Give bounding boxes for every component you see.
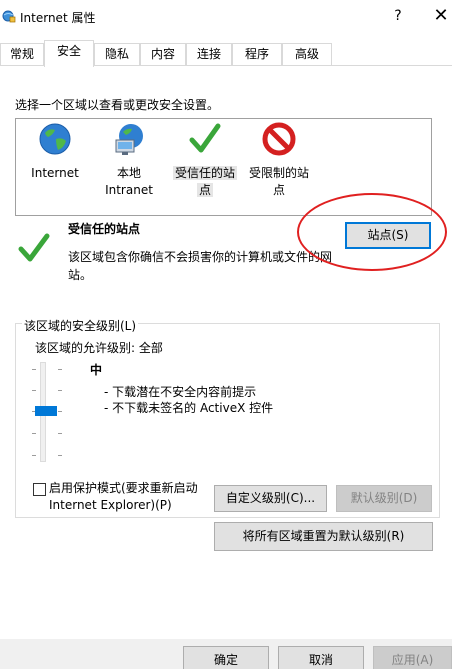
default-level-button[interactable]: 默认级别(D) xyxy=(336,485,432,512)
close-button[interactable]: ✕ xyxy=(430,4,452,28)
security-level-slider-thumb[interactable] xyxy=(35,406,57,416)
slider-tick xyxy=(32,433,36,434)
protected-mode-label-line1: 启用保护模式(要求重新启动 xyxy=(49,481,198,495)
protected-mode-label-line2: Internet Explorer)(P) xyxy=(49,498,172,512)
slider-tick xyxy=(58,369,62,370)
zone-label-line1: 受限制的站 xyxy=(248,166,309,180)
level-desc-line: - 下载潜在不安全内容前提示 xyxy=(104,385,257,399)
zone-local-intranet[interactable]: 本地 Intranet xyxy=(104,122,154,199)
tab-advanced[interactable]: 高级 xyxy=(282,43,332,66)
reset-all-zones-button[interactable]: 将所有区域重置为默认级别(R) xyxy=(214,522,433,551)
cancel-button[interactable]: 取消 xyxy=(278,646,364,669)
globe-icon xyxy=(39,123,71,155)
ok-button[interactable]: 确定 xyxy=(183,646,269,669)
apply-button[interactable]: 应用(A) xyxy=(373,646,452,669)
zone-label-line1: 受信任的站 xyxy=(172,166,237,180)
allowed-levels-label: 该区域的允许级别: 全部 xyxy=(35,341,163,355)
tab-general[interactable]: 常规 xyxy=(0,43,44,66)
security-level-group-label: 该区域的安全级别(L) xyxy=(22,317,139,334)
help-button[interactable]: ? xyxy=(385,4,411,28)
tab-content[interactable]: 内容 xyxy=(140,43,186,66)
protected-mode-checkbox[interactable] xyxy=(33,483,46,496)
slider-tick xyxy=(58,433,62,434)
trusted-check-icon xyxy=(18,233,50,262)
tab-programs[interactable]: 程序 xyxy=(232,43,282,66)
selected-zone-description: 该区域包含你确信不会损害你的计算机或文件的网站。 xyxy=(68,250,333,282)
protected-mode-label: 启用保护模式(要求重新启动 Internet Explorer)(P) xyxy=(49,480,198,514)
highlight-annotation xyxy=(297,193,447,271)
tab-privacy[interactable]: 隐私 xyxy=(94,43,140,66)
level-desc-line: - 不下载未签名的 ActiveX 控件 xyxy=(104,401,274,415)
tab-strip: 常规 安全 隐私 内容 连接 程序 高级 xyxy=(0,40,452,67)
window-title: Internet 属性 xyxy=(20,11,96,25)
tab-security[interactable]: 安全 xyxy=(44,40,94,67)
slider-tick xyxy=(32,369,36,370)
zone-label-line2: 点 xyxy=(196,183,213,197)
slider-tick xyxy=(58,455,62,456)
zone-label-line2: 点 xyxy=(272,183,285,197)
tab-connections[interactable]: 连接 xyxy=(186,43,232,66)
zone-label-line1: 本地 xyxy=(116,166,141,180)
custom-level-button[interactable]: 自定义级别(C)... xyxy=(214,485,327,512)
zone-label-line2: Intranet xyxy=(105,183,153,197)
zone-trusted-sites[interactable]: 受信任的站 点 xyxy=(172,122,238,199)
zone-restricted-sites[interactable]: 受限制的站 点 xyxy=(246,122,312,199)
slider-tick xyxy=(58,390,62,391)
title-bar: Internet 属性 ? ✕ xyxy=(0,0,452,32)
security-level-description: - 下载潜在不安全内容前提示 - 不下载未签名的 ActiveX 控件 xyxy=(104,384,273,416)
check-icon xyxy=(189,123,221,153)
slider-tick xyxy=(32,455,36,456)
zone-internet[interactable]: Internet xyxy=(30,122,80,182)
internet-options-icon xyxy=(2,10,16,23)
zone-instruction: 选择一个区域以查看或更改安全设置。 xyxy=(15,98,220,112)
slider-tick xyxy=(32,390,36,391)
intranet-icon xyxy=(115,124,143,155)
restricted-icon xyxy=(262,122,296,156)
zone-label: Internet xyxy=(31,166,79,180)
slider-tick xyxy=(58,411,62,412)
selected-zone-title: 受信任的站点 xyxy=(68,222,141,236)
security-level-name: 中 xyxy=(90,363,103,377)
